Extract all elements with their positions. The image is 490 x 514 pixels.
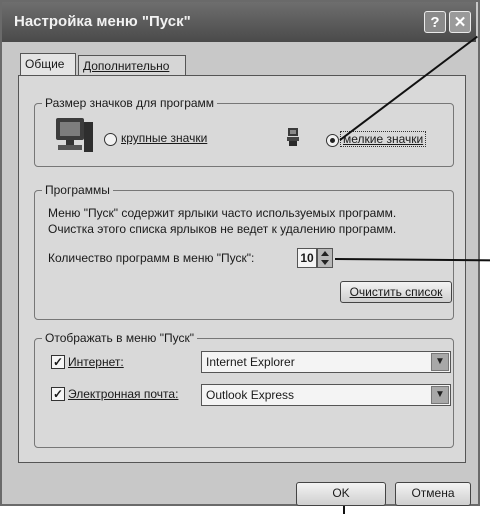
computer-small-icon — [287, 128, 299, 146]
internet-browser-select[interactable]: Internet Explorer ▼ — [201, 351, 451, 373]
large-icons-radio[interactable] — [104, 133, 117, 146]
small-icons-label[interactable]: мелкие значки — [340, 131, 427, 147]
window-title: Настройка меню "Пуск" — [14, 13, 191, 30]
ok-button[interactable]: OK — [296, 482, 386, 506]
email-label[interactable]: Электронная почта: — [68, 387, 178, 401]
program-count-input[interactable]: 10 — [297, 248, 317, 268]
title-bar[interactable]: Настройка меню "Пуск" ? ✕ — [2, 2, 476, 42]
chevron-down-icon[interactable]: ▼ — [431, 386, 449, 404]
computer-large-icon — [56, 118, 93, 152]
cancel-button[interactable]: Отмена — [395, 482, 471, 506]
clear-list-button[interactable]: Очистить список — [340, 281, 452, 303]
internet-checkbox[interactable]: ✓ — [51, 355, 65, 369]
programs-legend: Программы — [42, 183, 113, 197]
callout-line-ok — [343, 506, 345, 514]
chevron-down-icon[interactable]: ▼ — [431, 353, 449, 371]
email-client-value: Outlook Express — [206, 388, 295, 402]
help-button[interactable]: ? — [424, 11, 446, 33]
program-count-stepper[interactable] — [317, 248, 333, 268]
programs-info-line2: Очистка этого списка ярлыков не ведет к … — [48, 222, 397, 236]
tab-advanced-label: Дополнительно — [83, 59, 170, 73]
large-icons-label[interactable]: крупные значки — [121, 131, 207, 145]
icon-size-legend: Размер значков для программ — [42, 96, 218, 110]
stepper-arrows-icon — [321, 251, 329, 265]
tab-advanced[interactable]: Дополнительно — [78, 55, 186, 75]
close-button[interactable]: ✕ — [449, 11, 471, 33]
programs-info-line1: Меню "Пуск" содержит ярлыки часто исполь… — [48, 206, 397, 220]
program-count-label: Количество программ в меню "Пуск": — [48, 251, 255, 265]
internet-browser-value: Internet Explorer — [206, 355, 295, 369]
email-checkbox[interactable]: ✓ — [51, 387, 65, 401]
small-icons-radio[interactable] — [326, 134, 339, 147]
internet-label[interactable]: Интернет: — [68, 355, 124, 369]
tab-general[interactable]: Общие — [20, 53, 76, 75]
show-in-menu-legend: Отображать в меню "Пуск" — [42, 331, 197, 345]
email-client-select[interactable]: Outlook Express ▼ — [201, 384, 451, 406]
